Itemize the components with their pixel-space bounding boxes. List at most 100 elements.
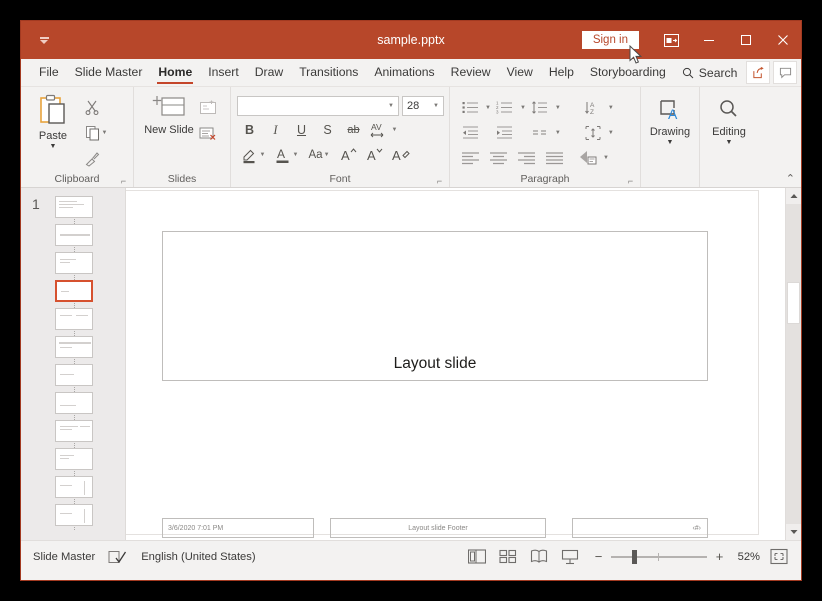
paste-button[interactable]: Paste ▼ — [27, 91, 79, 171]
zoom-percent-label[interactable]: 52% — [732, 551, 760, 563]
underline-button[interactable]: U — [289, 119, 314, 141]
minimize-button[interactable] — [690, 21, 727, 59]
font-color-button[interactable]: A ▼ — [270, 144, 302, 166]
date-placeholder[interactable]: 3/6/2020 7:01 PM — [162, 518, 314, 538]
drawing-caret-icon[interactable]: ▼ — [667, 139, 674, 146]
numbering-button[interactable]: 1 2 3 — [491, 96, 519, 119]
font-size-caret-icon[interactable]: ▼ — [433, 103, 439, 109]
tab-help[interactable]: Help — [541, 59, 582, 86]
paste-caret-icon[interactable]: ▼ — [50, 143, 57, 150]
slide-show-button[interactable] — [556, 545, 584, 569]
clear-formatting-button[interactable]: A — [388, 144, 413, 166]
quick-access-toolbar[interactable] — [21, 21, 67, 59]
slide-sorter-view-button[interactable] — [494, 545, 522, 569]
thumbnail-layout-3-selected[interactable] — [55, 280, 93, 302]
sort-caret-icon[interactable]: ▼ — [608, 105, 614, 111]
footer-placeholder[interactable]: Layout slide Footer — [330, 518, 546, 538]
scroll-down-button[interactable] — [786, 524, 801, 540]
thumbnail-layout-1[interactable] — [55, 224, 93, 246]
bold-button[interactable]: B — [237, 119, 262, 141]
sign-in-button[interactable]: Sign in — [581, 31, 639, 49]
change-case-caret-icon[interactable]: ▼ — [324, 152, 330, 158]
tab-storyboarding[interactable]: Storyboarding — [582, 59, 674, 86]
thumbnail-layout-8[interactable] — [55, 420, 93, 442]
sort-button[interactable]: A Z — [579, 96, 607, 119]
scroll-up-button[interactable] — [786, 188, 801, 204]
line-spacing-button[interactable] — [526, 96, 554, 119]
align-text-button[interactable] — [579, 121, 607, 144]
text-shadow-button[interactable]: S — [315, 119, 340, 141]
align-right-button[interactable] — [512, 146, 540, 169]
thumbnail-layout-11[interactable] — [55, 504, 93, 526]
maximize-button[interactable] — [727, 21, 764, 59]
search-box[interactable]: Search — [674, 66, 746, 80]
bullets-button[interactable] — [456, 96, 484, 119]
align-center-button[interactable] — [484, 146, 512, 169]
character-spacing-caret-icon[interactable]: ▼ — [392, 127, 398, 133]
smartart-caret-icon[interactable]: ▼ — [603, 155, 609, 161]
close-button[interactable] — [764, 21, 801, 59]
thumbnail-layout-9[interactable] — [55, 448, 93, 470]
title-placeholder[interactable]: Layout slide — [162, 231, 708, 381]
tab-transitions[interactable]: Transitions — [291, 59, 366, 86]
strikethrough-button[interactable]: ab — [341, 119, 366, 141]
comments-button[interactable] — [773, 61, 797, 84]
thumbnail-layout-4[interactable] — [55, 308, 93, 330]
collapse-ribbon-button[interactable]: ⌃ — [786, 172, 795, 185]
columns-caret-icon[interactable]: ▼ — [555, 130, 561, 136]
fit-to-window-button[interactable] — [767, 546, 791, 568]
thumbnail-layout-7[interactable] — [55, 392, 93, 414]
slide-number-placeholder[interactable]: ‹#› — [572, 518, 708, 538]
change-case-button[interactable]: Aa ▼ — [303, 144, 335, 166]
tab-file[interactable]: File — [31, 59, 67, 86]
copy-button[interactable]: ▼ — [79, 121, 113, 145]
align-left-button[interactable] — [456, 146, 484, 169]
tab-animations[interactable]: Animations — [366, 59, 442, 86]
insert-layout-button[interactable] — [195, 95, 221, 119]
editing-caret-icon[interactable]: ▼ — [726, 139, 733, 146]
cut-button[interactable] — [79, 95, 105, 119]
tab-home[interactable]: Home — [150, 59, 200, 86]
font-name-input[interactable]: ▼ — [237, 96, 399, 116]
text-columns-button[interactable] — [526, 121, 554, 144]
drawing-button[interactable]: A Drawing ▼ — [647, 91, 693, 146]
thumbnail-layout-6[interactable] — [55, 364, 93, 386]
text-highlight-caret-icon[interactable]: ▼ — [260, 152, 266, 158]
tab-insert[interactable]: Insert — [200, 59, 246, 86]
italic-button[interactable]: I — [263, 119, 288, 141]
increase-font-size-button[interactable]: A — [336, 144, 361, 166]
new-slide-button[interactable]: New Slide — [143, 91, 195, 171]
spell-check-button[interactable] — [108, 550, 128, 564]
tab-slide-master[interactable]: Slide Master — [67, 59, 151, 86]
copy-caret-icon[interactable]: ▼ — [102, 130, 108, 136]
tab-view[interactable]: View — [499, 59, 541, 86]
ribbon-display-options-button[interactable] — [653, 21, 690, 59]
tab-draw[interactable]: Draw — [247, 59, 291, 86]
scrollbar-thumb[interactable] — [787, 282, 800, 324]
zoom-in-button[interactable]: + — [714, 549, 725, 564]
delete-layout-button[interactable] — [195, 121, 221, 145]
zoom-slider[interactable] — [611, 549, 707, 565]
scrollbar-track[interactable] — [786, 204, 801, 524]
decrease-font-size-button[interactable]: A — [362, 144, 387, 166]
line-spacing-caret-icon[interactable]: ▼ — [555, 105, 561, 111]
clipboard-dialog-launcher[interactable]: ⌐ — [119, 177, 128, 186]
reading-view-button[interactable] — [525, 545, 553, 569]
font-size-input[interactable]: 28 ▼ — [402, 96, 444, 116]
tab-review[interactable]: Review — [443, 59, 499, 86]
justify-button[interactable] — [540, 146, 568, 169]
convert-to-smartart-button[interactable] — [574, 146, 602, 169]
thumbnail-master[interactable] — [55, 196, 93, 218]
thumbnail-layout-2[interactable] — [55, 252, 93, 274]
normal-view-button[interactable] — [463, 545, 491, 569]
slide-canvas[interactable]: Layout slide 3/6/2020 7:01 PM Layout sli… — [126, 191, 758, 538]
align-text-caret-icon[interactable]: ▼ — [608, 130, 614, 136]
thumbnail-layout-5[interactable] — [55, 336, 93, 358]
paragraph-dialog-launcher[interactable]: ⌐ — [626, 177, 635, 186]
slide-master-thumbnail-pane[interactable]: 1 — [21, 188, 126, 540]
text-highlight-color-button[interactable]: ▼ — [237, 144, 269, 166]
zoom-out-button[interactable]: − — [593, 549, 604, 564]
increase-indent-button[interactable] — [491, 121, 519, 144]
character-spacing-button[interactable]: AV ▼ — [367, 119, 399, 141]
vertical-scrollbar[interactable] — [785, 188, 801, 540]
